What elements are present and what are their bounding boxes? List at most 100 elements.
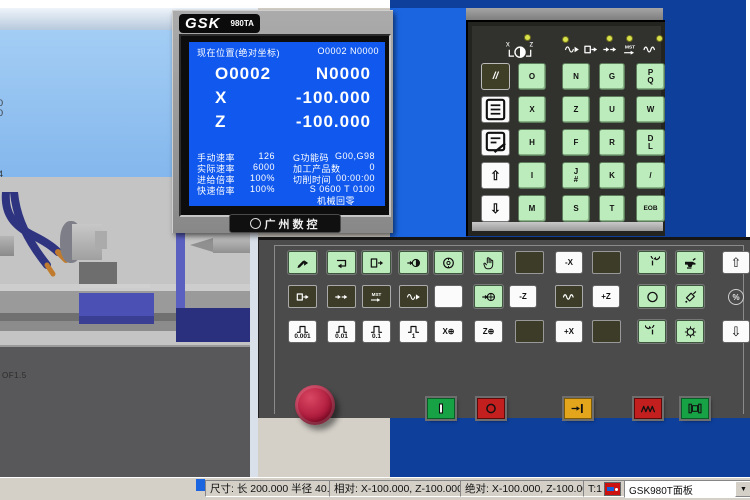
keypad-body: xz MST // ⇧ ⇩ O N G P Q X Z U W bbox=[466, 20, 665, 236]
key-N[interactable]: N bbox=[562, 63, 590, 90]
skip-button[interactable] bbox=[327, 285, 356, 308]
key-J[interactable]: J # bbox=[562, 162, 590, 189]
indicator-led bbox=[656, 35, 663, 42]
info-value: 100% bbox=[245, 173, 275, 183]
blank-button[interactable] bbox=[434, 285, 463, 308]
key-S[interactable]: S bbox=[562, 195, 590, 222]
spindle-stop-button[interactable] bbox=[638, 285, 666, 308]
override-up-button[interactable]: ⇧ bbox=[722, 251, 750, 274]
mode-mdi-button[interactable] bbox=[362, 251, 391, 274]
spindle-cw-button[interactable] bbox=[638, 251, 666, 274]
indicator-led bbox=[626, 35, 633, 42]
axis-select-z-button[interactable]: Z⊕ bbox=[474, 320, 503, 343]
key-EOB[interactable]: EOB bbox=[636, 195, 665, 222]
mode-edit-button[interactable] bbox=[288, 251, 317, 274]
override-down-button[interactable]: ⇩ bbox=[722, 320, 750, 343]
key-slash[interactable]: / bbox=[636, 162, 665, 189]
spindle-ccw-button[interactable] bbox=[638, 320, 666, 343]
chuck-button[interactable] bbox=[681, 398, 709, 419]
jog-blank bbox=[515, 320, 544, 343]
key-DL[interactable]: D L bbox=[636, 129, 665, 156]
step-0001-button[interactable]: 0.001 bbox=[288, 320, 317, 343]
key-U[interactable]: U bbox=[599, 96, 625, 123]
keypad-top-band bbox=[466, 8, 663, 20]
step-01-button[interactable]: 0.1 bbox=[362, 320, 391, 343]
program-page-key[interactable] bbox=[481, 96, 510, 123]
svg-text:MST: MST bbox=[625, 45, 635, 51]
mode-machine-zero-button[interactable] bbox=[399, 251, 428, 274]
tailstock-button[interactable] bbox=[564, 398, 592, 419]
mode-auto-button[interactable] bbox=[327, 251, 356, 274]
key-H[interactable]: H bbox=[518, 129, 546, 156]
pulse-icon bbox=[370, 324, 383, 334]
panel-select-value: GSK980T面板 bbox=[629, 482, 693, 497]
cursor-down-key[interactable]: ⇩ bbox=[481, 195, 510, 222]
key-F[interactable]: F bbox=[562, 129, 590, 156]
jog-minus-z-button[interactable]: -Z bbox=[509, 285, 537, 308]
lubrication-button[interactable] bbox=[676, 285, 704, 308]
cursor-up-key[interactable]: ⇧ bbox=[481, 162, 510, 189]
window-right-edge bbox=[746, 0, 750, 237]
key-W[interactable]: W bbox=[636, 96, 665, 123]
key-O[interactable]: O bbox=[518, 63, 546, 90]
key-M[interactable]: M bbox=[518, 195, 546, 222]
edit-page-key[interactable] bbox=[481, 129, 510, 156]
tool-icon bbox=[604, 482, 621, 496]
step-label: 1 bbox=[412, 334, 416, 340]
jog-plus-x-button[interactable]: +X bbox=[555, 320, 583, 343]
info-value: 6000 bbox=[245, 162, 275, 172]
status-absolute-field: 绝对: X-100.000, Z-100.000 bbox=[460, 480, 589, 497]
thread-button[interactable] bbox=[634, 398, 662, 419]
tool-number: T:1 bbox=[588, 483, 602, 495]
dry-run-button[interactable] bbox=[399, 285, 428, 308]
mst-lock-button[interactable]: MST bbox=[362, 285, 391, 308]
tool-change-button[interactable] bbox=[676, 320, 704, 343]
panel-select-dropdown[interactable]: GSK980T面板 ▼ bbox=[624, 480, 750, 498]
single-block-button[interactable] bbox=[288, 285, 317, 308]
jog-blank bbox=[592, 251, 621, 274]
feed-hold-button[interactable] bbox=[477, 398, 505, 419]
maker-name: 广州数控 bbox=[265, 216, 321, 232]
info-label: 快速倍率 bbox=[197, 184, 235, 197]
machine-zero-indicator-icon: xz bbox=[500, 38, 540, 60]
step-1-button[interactable]: 1 bbox=[399, 320, 428, 343]
emergency-stop-button[interactable] bbox=[295, 385, 335, 425]
key-G[interactable]: G bbox=[599, 63, 625, 90]
jog-blank bbox=[515, 251, 544, 274]
step-label: 0.1 bbox=[372, 334, 381, 340]
cycle-start-button[interactable] bbox=[427, 398, 455, 419]
key-R[interactable]: R bbox=[599, 129, 625, 156]
step-001-button[interactable]: 0.01 bbox=[327, 320, 356, 343]
screen-program-header: O0002 N0000 bbox=[317, 46, 379, 56]
indicator-led bbox=[524, 34, 531, 41]
viewport-divider bbox=[250, 228, 258, 478]
key-K[interactable]: K bbox=[599, 162, 625, 189]
key-T[interactable]: T bbox=[599, 195, 625, 222]
mode-handwheel-button[interactable] bbox=[434, 251, 463, 274]
indicator-led bbox=[562, 36, 569, 43]
override-percent-icon: % bbox=[728, 289, 744, 305]
step-label: 0.01 bbox=[335, 334, 348, 340]
pulse-icon bbox=[407, 324, 420, 334]
rapid-traverse-button[interactable] bbox=[555, 285, 583, 308]
scene-text-fragment: 4 bbox=[0, 170, 3, 179]
slash-key[interactable]: // bbox=[481, 63, 510, 90]
operation-mode-text: 机械回零 bbox=[317, 194, 355, 207]
key-Z[interactable]: Z bbox=[562, 96, 590, 123]
axis-x-label: X bbox=[215, 88, 227, 108]
coolant-button[interactable] bbox=[676, 251, 704, 274]
mode-manual-button[interactable] bbox=[474, 251, 503, 274]
jog-minus-x-button[interactable]: -X bbox=[555, 251, 583, 274]
single-block-indicator-icon bbox=[582, 42, 599, 57]
dropdown-arrow-icon[interactable]: ▼ bbox=[735, 481, 750, 497]
key-PQ[interactable]: P Q bbox=[636, 63, 665, 90]
axis-select-x-button[interactable]: X⊕ bbox=[434, 320, 463, 343]
key-I[interactable]: I bbox=[518, 162, 546, 189]
jog-plus-z-button[interactable]: +Z bbox=[592, 285, 620, 308]
axis-z-label: Z bbox=[215, 112, 226, 132]
rapid-indicator-icon bbox=[641, 42, 660, 57]
key-X[interactable]: X bbox=[518, 96, 546, 123]
program-zero-button[interactable] bbox=[474, 285, 503, 308]
keypad-bottom-strip bbox=[472, 222, 663, 231]
carriage bbox=[79, 293, 154, 316]
